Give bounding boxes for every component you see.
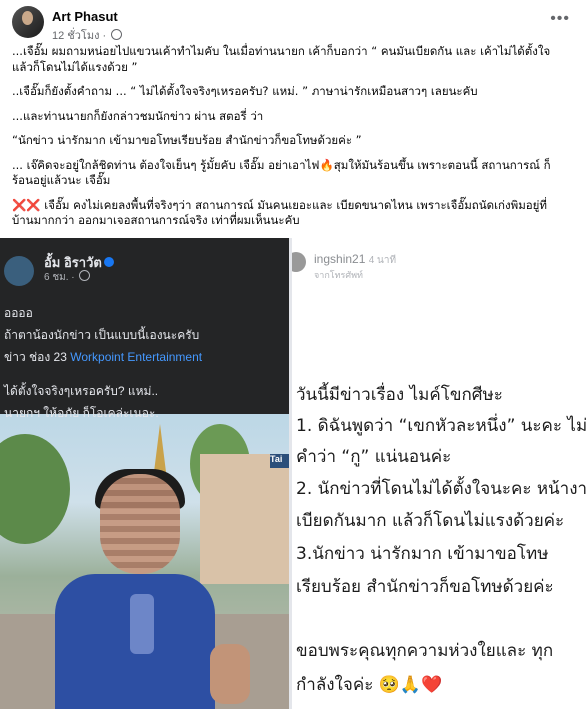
hand: [210, 644, 250, 704]
sign: Tai: [270, 454, 289, 468]
workpoint-link[interactable]: Workpoint Entertainment: [70, 350, 202, 364]
post-image-collage[interactable]: อั้ม อิราวัต 6 ชม. · ออออ ถ้าตาน้องนักข่…: [0, 238, 586, 709]
post-paragraph: “นักข่าว น่ารักมาก เข้ามาขอโทษเรียบร้อย …: [12, 133, 362, 147]
tree: [0, 434, 70, 544]
left-screenshot[interactable]: อั้ม อิราวัต 6 ชม. · ออออ ถ้าตาน้องนักข่…: [0, 238, 289, 709]
building-wall: [200, 454, 289, 584]
post-paragraph: ...เจือั๊ม ผมถามหน่อยไปแขวนเค้าทำไมคับ ใ…: [12, 44, 551, 74]
post-time-text[interactable]: 12 ชั่วโมง ·: [52, 30, 106, 42]
post-paragraph: ..เจือั๊มก็ยังตั้งคำถาม ... “ ไม่ได้ตั้ง…: [12, 84, 478, 98]
right-username: ingshin21 4 นาที: [314, 252, 396, 268]
story-line: 1. ดิฉันพูดว่า “เขกหัวละหนึ่ง” นะคะ ไม่ม…: [296, 416, 586, 436]
left-line: ออออ: [4, 306, 33, 320]
story-line: วันนี้มีข่าวเรื่อง ไมค์โขกศีษะ: [296, 385, 503, 405]
left-line: ถ้าตาน้องนักข่าว เป็นแบบนี้เองนะครับ: [4, 328, 200, 342]
right-time: 4 นาที: [368, 255, 397, 266]
right-avatar: [292, 252, 306, 272]
globe-icon: [111, 29, 123, 40]
left-meta: 6 ชม. ·: [44, 270, 91, 285]
story-line: ขอบพระคุณทุกความห่วงใยและ ทุก: [296, 641, 554, 661]
left-line: ได้ตั้งใจจริงๆเหรอครับ? แหม่..: [4, 384, 159, 398]
left-avatar: [4, 256, 34, 286]
post-header: Art Phasut 12 ชั่วโมง · •••: [12, 6, 574, 42]
left-meta-text: 6 ชม. ·: [44, 272, 75, 283]
story-line: เรียบร้อย สำนักข่าวก็ขอโทษด้วยค่ะ: [296, 577, 554, 597]
left-line: ข่าว ช่อง 23 Workpoint Entertainment: [4, 348, 202, 367]
post-paragraph: ...และท่านนายกก็ยังกล่าวชมนักข่าว ผ่าน ส…: [12, 108, 264, 123]
post-text: ...เจือั๊ม ผมถามหน่อยไปแขวนเค้าทำไมคับ ใ…: [12, 44, 578, 238]
left-name-text: อั้ม อิราวัต: [44, 255, 102, 270]
story-line: 2. นักข่าวที่โดนไม่ได้ตั้งใจนะคะ หน้างาน: [296, 479, 586, 499]
story-line: 3.นักข่าว น่ารักมาก เข้ามาขอโทษ: [296, 544, 549, 564]
story-line: คำว่า “กู” แน่นอนค่ะ: [296, 447, 452, 467]
left-line: นายกฯ ให้อภัย ก็โอเคล่ะเนอะ.: [4, 406, 159, 420]
right-username-text: ingshin21: [314, 252, 366, 266]
author-avatar[interactable]: [12, 6, 44, 38]
verified-icon: [103, 257, 114, 267]
post-paragraph: ❌❌ เจือั๊ม คงไม่เคยลงพื้นที่จริงๆว่า สถา…: [12, 197, 547, 228]
post-paragraph: ... เจ๊คิดจะอยู่ใกล้ชิดท่าน ต้องใจเย็นๆ …: [12, 157, 551, 188]
globe-icon: [79, 270, 91, 281]
story-line: เบียดกันมาก แล้วก็โดนไม่แรงด้วยค่ะ: [296, 511, 565, 531]
right-screenshot[interactable]: ingshin21 4 นาที จากโทรศัพท์ วันนี้มีข่า…: [292, 238, 586, 709]
right-sub: จากโทรศัพท์: [314, 270, 363, 280]
author-name[interactable]: Art Phasut: [52, 9, 118, 24]
story-line: กำลังใจค่ะ 🥺🙏❤️: [296, 675, 443, 695]
microphone: [130, 594, 154, 654]
more-options-icon[interactable]: •••: [550, 10, 570, 28]
post-time[interactable]: 12 ชั่วโมง ·: [52, 26, 123, 44]
left-line-text: ข่าว ช่อง 23: [4, 350, 71, 364]
news-photo: Tai: [0, 414, 289, 709]
blurred-face: [100, 474, 180, 574]
